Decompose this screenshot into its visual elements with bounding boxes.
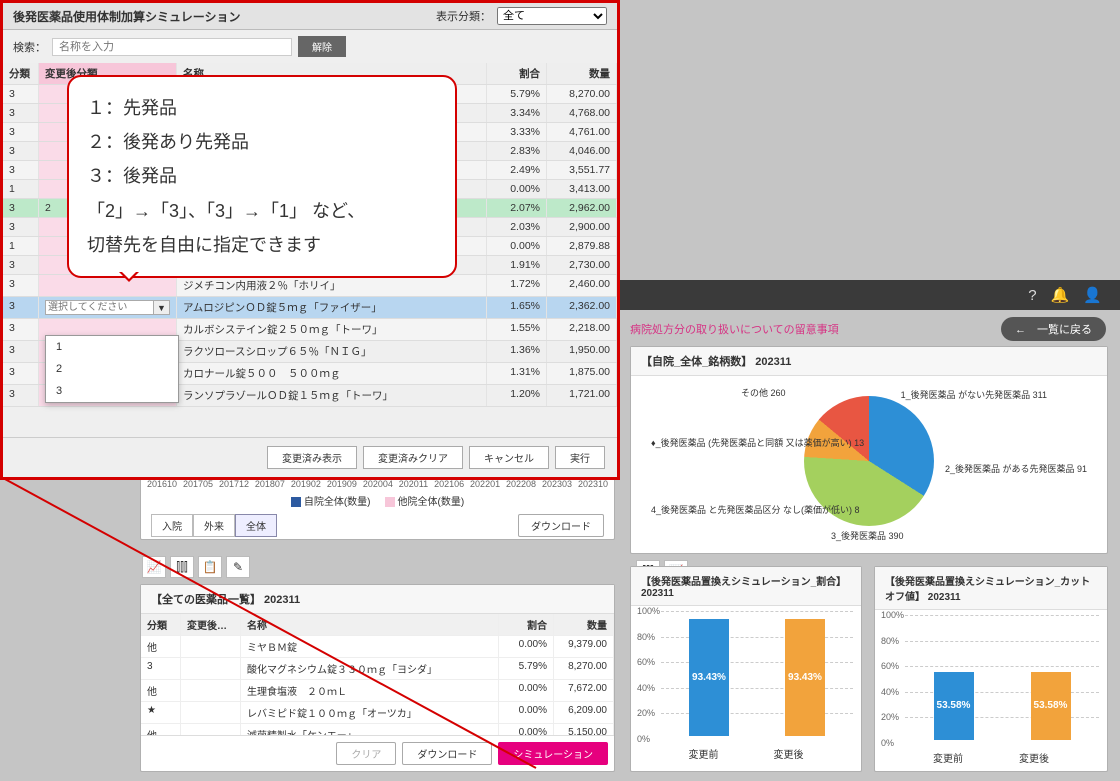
bar-before: 53.58% — [934, 672, 974, 740]
time-chart-panel: 2016102017052017122018072019022019092020… — [140, 478, 615, 540]
bar-after: 93.43% — [785, 619, 825, 736]
table-row[interactable]: 3▼アムロジピンＯＤ錠５ｍｇ「ファイザー」1.65%2,362.00 — [3, 297, 617, 319]
user-icon[interactable]: 👤 — [1083, 286, 1102, 304]
clear-search-button[interactable]: 解除 — [298, 36, 346, 57]
dropdown-option[interactable]: 1 — [46, 336, 178, 358]
pie-label: 1_後発医薬品 がない先発医薬品 311 — [901, 388, 1047, 401]
notice-text: 病院処方分の取り扱いについての留意事項 — [630, 321, 839, 337]
pie-label: 3_後発医薬品 390 — [831, 529, 904, 542]
clear-changed-button[interactable]: 変更済みクリア — [363, 446, 463, 469]
chart-legend: 自院全体(数量) 他院全体(数量) — [141, 493, 614, 508]
pie-label: ♦_後発医薬品 (先発医薬品と同額 又は薬価が高い) 13 — [651, 436, 864, 449]
download-button[interactable]: ダウンロード — [518, 514, 604, 537]
dropdown-option[interactable]: 2 — [46, 358, 178, 380]
tab-outpatient[interactable]: 外来 — [193, 514, 235, 537]
sim-ratio-panel: 【後発医薬品置換えシミュレーション_割合】 202311 100% 80% 60… — [630, 566, 862, 772]
help-icon[interactable]: ? — [1028, 287, 1036, 304]
bell-icon[interactable]: 🔔 — [1051, 286, 1070, 304]
pie-label: その他 260 — [741, 386, 786, 399]
cancel-button[interactable]: キャンセル — [469, 446, 549, 469]
pie-title: 【自院_全体_銘柄数】 202311 — [631, 347, 1107, 376]
category-dropdown: 1 2 3 — [45, 335, 179, 403]
tool-bar-icon[interactable]: ⫿⫿⫿ — [170, 556, 194, 578]
sim-ratio-title: 【後発医薬品置換えシミュレーション_割合】 202311 — [631, 567, 861, 606]
chevron-down-icon[interactable]: ▼ — [154, 300, 170, 315]
display-category-label: 表示分類： — [436, 8, 491, 24]
sim-cutoff-panel: 【後発医薬品置換えシミュレーション_カットオフ値】 202311 100% 80… — [874, 566, 1108, 772]
tool-edit-icon[interactable]: ✎ — [226, 556, 250, 578]
show-changed-button[interactable]: 変更済み表示 — [267, 446, 357, 469]
time-axis: 2016102017052017122018072019022019092020… — [141, 479, 614, 489]
table-row[interactable]: 他生理食塩液 ２０ｍＬ0.00%7,672.00 — [141, 680, 614, 702]
drug-list-panel: 【全ての医薬品一覧】 202311 分類変更後分類名称割合数量 他ミヤＢＭ錠0.… — [140, 584, 615, 772]
search-label: 検索： — [13, 39, 46, 55]
help-bubble: １：先発品 ２：後発あり先発品 ３：後発品 「2」→「3」、「3」→「1」 など… — [67, 75, 457, 278]
display-category-select[interactable]: 全て — [497, 7, 607, 25]
back-button[interactable]: ← 一覧に戻る — [1001, 317, 1106, 341]
simulation-popup: 後発医薬品使用体制加算シミュレーション 表示分類： 全て 検索： 解除 分類 変… — [0, 0, 620, 480]
clear-button[interactable]: クリア — [336, 742, 396, 765]
toolstrip: 📈 ⫿⫿⫿ 📋 ✎ — [140, 556, 615, 580]
sim-cutoff-title: 【後発医薬品置換えシミュレーション_カットオフ値】 202311 — [875, 567, 1107, 610]
simulation-button[interactable]: シミュレーション — [498, 742, 608, 765]
table-row[interactable]: 他ミヤＢＭ錠0.00%9,379.00 — [141, 636, 614, 658]
bar-before: 93.43% — [689, 619, 729, 736]
download-list-button[interactable]: ダウンロード — [402, 742, 492, 765]
pie-panel: 【自院_全体_銘柄数】 202311 1_後発医薬品 がない先発医薬品 311 … — [630, 346, 1108, 554]
tool-line-icon[interactable]: 📈 — [142, 556, 166, 578]
pie-label: 4_後発医薬品 と先発医薬品区分 なし(薬価が低い) 8 — [651, 503, 860, 516]
table-row[interactable]: ★レバミピド錠１００ｍｇ「オーツカ」0.00%6,209.00 — [141, 702, 614, 724]
tool-table-icon[interactable]: 📋 — [198, 556, 222, 578]
search-input[interactable] — [52, 38, 292, 56]
tab-all[interactable]: 全体 — [235, 514, 277, 537]
table-row[interactable]: 3ジメチコン内用液２％「ホリイ」1.72%2,460.00 — [3, 275, 617, 297]
sim-ratio-chart: 100% 80% 60% 40% 20% 0% 93.43% 93.43% — [631, 606, 861, 740]
popup-title: 後発医薬品使用体制加算シミュレーション — [13, 8, 241, 25]
execute-button[interactable]: 実行 — [555, 446, 605, 469]
bar-after: 53.58% — [1031, 672, 1071, 740]
tab-inpatient[interactable]: 入院 — [151, 514, 193, 537]
dropdown-option[interactable]: 3 — [46, 380, 178, 402]
table-row[interactable]: 他滅菌精製水「ケンエー」0.00%5,150.00 — [141, 724, 614, 735]
pie-label: 2_後発医薬品 がある先発医薬品 91 — [945, 462, 1087, 475]
sim-cutoff-chart: 100% 80% 60% 40% 20% 0% 53.58% 53.58% — [875, 610, 1107, 744]
notice-bar: 病院処方分の取り扱いについての留意事項 ← 一覧に戻る — [630, 318, 1106, 340]
category-select-input[interactable] — [45, 300, 154, 315]
drug-list-title: 【全ての医薬品一覧】 202311 — [141, 585, 614, 614]
table-row[interactable]: 3酸化マグネシウム錠３３０ｍｇ「ヨシダ」5.79%8,270.00 — [141, 658, 614, 680]
